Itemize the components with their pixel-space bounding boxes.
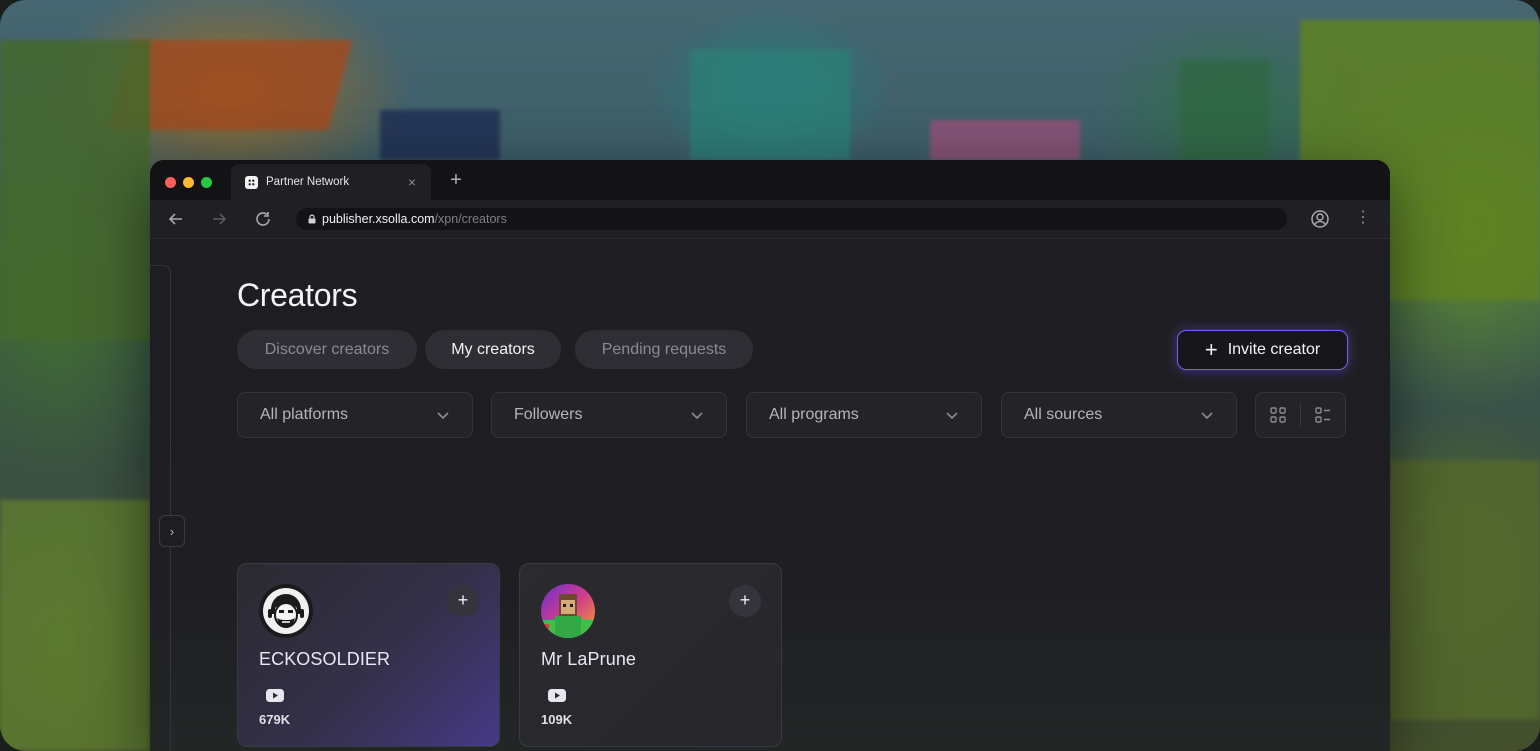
youtube-icon	[548, 689, 566, 702]
back-arrow-icon[interactable]	[166, 209, 186, 229]
platforms-filter[interactable]: All platforms	[237, 392, 473, 438]
browser-tab-bar: Partner Network × +	[150, 160, 1390, 200]
close-window-dot[interactable]	[165, 177, 176, 188]
tab-discover-creators[interactable]: Discover creators	[237, 330, 417, 369]
list-view-icon[interactable]	[1301, 393, 1345, 437]
page-title: Creators	[237, 277, 358, 313]
browser-menu-icon[interactable]: ⋮	[1353, 209, 1373, 229]
follower-count: 679K	[259, 712, 291, 727]
programs-filter-label: All programs	[769, 406, 859, 423]
sidebar-expand-chevron-icon[interactable]: ›	[159, 515, 185, 547]
follower-count: 109K	[541, 712, 573, 727]
reload-icon[interactable]	[253, 209, 273, 229]
chevron-down-icon	[946, 412, 958, 420]
close-tab-icon[interactable]: ×	[405, 175, 419, 189]
grid-view-icon[interactable]	[1256, 393, 1300, 437]
browser-window: Partner Network × + publisher.xsolla.com…	[150, 160, 1390, 751]
invite-creator-button[interactable]: + Invite creator	[1177, 330, 1348, 370]
xsolla-favicon-icon	[245, 175, 258, 189]
minimize-window-dot[interactable]	[183, 177, 194, 188]
add-creator-button[interactable]: +	[447, 585, 479, 617]
new-tab-icon[interactable]: +	[446, 170, 466, 190]
tab-title: Partner Network	[266, 176, 350, 188]
page-content: › Creators Discover creators My creators…	[150, 239, 1390, 751]
url-field[interactable]: publisher.xsolla.com /xpn/creators	[296, 208, 1287, 230]
url-host: publisher.xsolla.com	[322, 212, 435, 226]
avatar	[259, 584, 313, 638]
creator-name: Mr LaPrune	[541, 649, 637, 669]
forward-arrow-icon[interactable]	[209, 209, 229, 229]
sources-filter[interactable]: All sources	[1001, 392, 1237, 438]
followers-filter[interactable]: Followers	[491, 392, 727, 438]
youtube-icon	[266, 689, 284, 702]
url-path: /xpn/creators	[434, 212, 507, 226]
profile-icon[interactable]	[1310, 209, 1330, 229]
platforms-filter-label: All platforms	[260, 406, 349, 423]
chevron-down-icon	[691, 412, 703, 420]
lock-icon	[308, 214, 316, 224]
view-toggle	[1255, 392, 1346, 438]
programs-filter[interactable]: All programs	[746, 392, 982, 438]
add-creator-button[interactable]: +	[729, 585, 761, 617]
plus-icon: +	[1204, 337, 1218, 362]
chevron-down-icon	[1201, 412, 1213, 420]
address-bar-row: publisher.xsolla.com /xpn/creators ⋮	[150, 200, 1390, 239]
tab-my-creators[interactable]: My creators	[425, 330, 561, 369]
sidebar-collapsed	[150, 265, 171, 751]
creator-card[interactable]: + ECKOSOLDIER 679K	[237, 563, 500, 747]
browser-tab[interactable]: Partner Network ×	[231, 164, 431, 200]
sources-filter-label: All sources	[1024, 406, 1103, 423]
creator-card[interactable]: + Mr LaPrune 109K	[519, 563, 782, 747]
creator-name: ECKOSOLDIER	[259, 649, 391, 669]
chevron-down-icon	[437, 412, 449, 420]
avatar	[541, 584, 595, 638]
followers-filter-label: Followers	[514, 406, 583, 423]
tab-pending-requests[interactable]: Pending requests	[575, 330, 753, 369]
invite-creator-label: Invite creator	[1227, 341, 1321, 358]
maximize-window-dot[interactable]	[201, 177, 212, 188]
